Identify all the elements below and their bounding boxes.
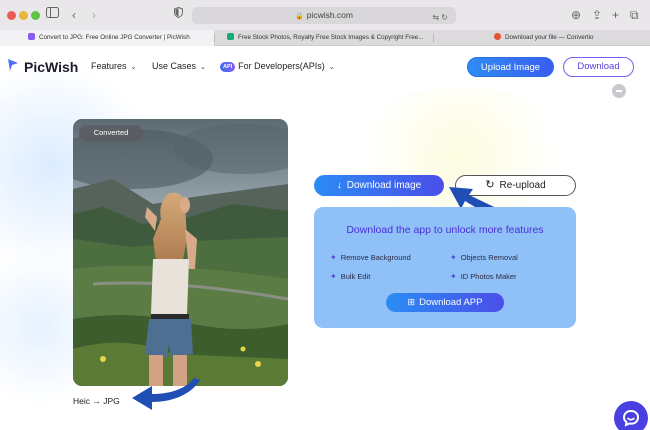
converted-image: Converted	[73, 119, 288, 386]
app-promo-panel: Download the app to unlock more features…	[314, 207, 576, 328]
format-label: Heic → JPG	[73, 396, 120, 406]
nav-features-label: Features	[91, 61, 127, 71]
address-bar[interactable]: 🔒 picwish.com ⇆ ↻	[192, 7, 456, 24]
download-image-label: Download image	[346, 180, 422, 191]
close-window-icon[interactable]	[7, 11, 16, 20]
browser-toolbar: ‹ › 🔒 picwish.com ⇆ ↻ ⊕ ⇪ + ⧉	[0, 0, 650, 30]
tab-convertio[interactable]: Download your file — Convertio	[434, 30, 650, 46]
chevron-down-icon: ⌄	[130, 64, 137, 71]
sparkle-icon: ✦	[450, 272, 457, 281]
nav-developers-label: For Developers(APIs)	[238, 61, 325, 71]
new-tab-icon[interactable]: +	[612, 8, 619, 22]
feature-bulk-edit: ✦ Bulk Edit	[330, 272, 370, 281]
annotation-arrow-left	[132, 378, 200, 410]
downloads-icon[interactable]: ⊕	[571, 8, 581, 22]
convertio-favicon	[494, 33, 501, 40]
woman-landscape-photo	[73, 119, 288, 386]
feature-id-photos: ✦ ID Photos Maker	[450, 272, 517, 281]
support-chat-button[interactable]	[614, 401, 648, 430]
feature-label: ID Photos Maker	[460, 272, 517, 281]
back-icon[interactable]: ‹	[72, 8, 76, 22]
sparkle-icon: ✦	[330, 272, 337, 281]
tab-title: Convert to JPG: Free Online JPG Converte…	[39, 34, 190, 41]
nav-features[interactable]: Features ⌄	[91, 61, 136, 71]
sparkle-icon: ✦	[450, 253, 457, 262]
tab-stock-photos[interactable]: Free Stock Photos, Royalty Free Stock Im…	[215, 30, 433, 46]
picwish-favicon	[28, 33, 35, 40]
lock-icon: 🔒	[294, 13, 304, 20]
feature-objects-removal: ✦ Objects Removal	[450, 253, 518, 262]
app-grid-icon: ⊞	[407, 297, 416, 307]
tab-overview-icon[interactable]: ⧉	[630, 8, 639, 22]
zoom-window-icon[interactable]	[31, 11, 40, 20]
download-app-label: Download APP	[419, 297, 483, 308]
tab-strip: Convert to JPG: Free Online JPG Converte…	[0, 30, 650, 46]
download-header-button[interactable]: Download	[563, 57, 634, 77]
feature-label: Remove Background	[340, 253, 411, 262]
tab-title: Free Stock Photos, Royalty Free Stock Im…	[238, 34, 424, 41]
address-text: picwish.com	[306, 10, 353, 20]
chevron-down-icon: ⌄	[200, 64, 206, 71]
chat-icon	[622, 409, 640, 427]
app-promo-title: Download the app to unlock more features	[346, 224, 544, 236]
nav-use-cases[interactable]: Use Cases ⌄	[152, 61, 206, 71]
minimize-window-icon[interactable]	[19, 11, 28, 20]
download-image-button[interactable]: ↓ Download image	[314, 175, 444, 196]
collapse-icon[interactable]	[612, 84, 626, 98]
tab-title: Download your file — Convertio	[505, 34, 594, 41]
download-arrow-icon: ↓	[336, 180, 342, 191]
chevron-down-icon: ⌄	[328, 64, 335, 71]
forward-icon[interactable]: ›	[92, 8, 96, 22]
api-badge: API	[220, 62, 236, 72]
share-icon[interactable]: ⇪	[592, 8, 602, 22]
upload-image-button[interactable]: Upload Image	[467, 57, 554, 77]
page-content: PicWish Features ⌄ Use Cases ⌄ API For Deve…	[0, 47, 650, 430]
sparkle-icon: ✦	[330, 253, 337, 262]
translate-reload-icons[interactable]: ⇆ ↻	[432, 9, 448, 26]
privacy-shield-icon[interactable]	[174, 6, 183, 21]
feature-label: Bulk Edit	[340, 272, 371, 281]
download-app-button[interactable]: ⊞ Download APP	[386, 293, 504, 312]
sidebar-toggle-icon[interactable]	[46, 7, 59, 21]
tab-picwish[interactable]: Convert to JPG: Free Online JPG Converte…	[0, 30, 214, 46]
nav-use-cases-label: Use Cases	[152, 61, 197, 71]
converted-badge: Converted	[79, 125, 143, 141]
nav-developers[interactable]: API For Developers(APIs) ⌄	[220, 61, 335, 72]
feature-remove-background: ✦ Remove Background	[330, 253, 411, 262]
stock-favicon	[227, 33, 234, 40]
logo-text[interactable]: PicWish	[24, 59, 78, 75]
feature-label: Objects Removal	[460, 253, 518, 262]
picwish-logo-icon[interactable]	[6, 58, 20, 72]
